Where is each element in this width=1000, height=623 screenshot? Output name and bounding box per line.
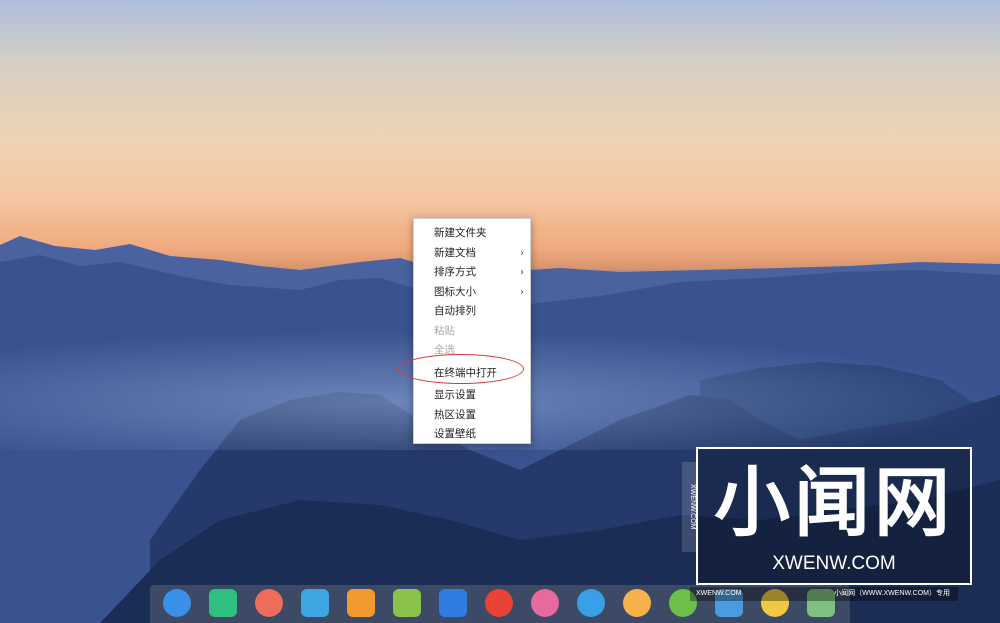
menu-item-label: 显示设置 [434, 389, 476, 401]
menu-item-label: 热区设置 [434, 408, 476, 421]
menu-item-label: 粘贴 [434, 324, 455, 337]
watermark-footer: XWENW.COM 小闻网（WWW.XWENW.COM）专用 [690, 587, 958, 601]
menu-item-new-folder[interactable]: 新建文件夹 [414, 224, 530, 244]
menu-item-label: 图标大小 [434, 285, 476, 298]
movie-icon[interactable] [439, 589, 467, 617]
app-store-icon[interactable] [347, 589, 375, 617]
settings-icon[interactable] [531, 589, 559, 617]
menu-item-auto-arrange[interactable]: 自动排列 [414, 302, 530, 322]
watermark-vertical-text: XWENW.COM [682, 462, 696, 552]
chrome-icon[interactable] [485, 589, 513, 617]
menu-item-display-settings[interactable]: 显示设置 [414, 386, 530, 406]
chevron-right-icon: › [520, 267, 524, 278]
photo-icon[interactable] [623, 589, 651, 617]
watermark-subtitle: XWENW.COM [772, 553, 896, 574]
menu-item-hot-corner-settings[interactable]: 热区设置 [414, 406, 530, 426]
menu-item-label: 自动排列 [434, 305, 476, 317]
archive-manager-icon[interactable] [301, 589, 329, 617]
highlight-annotation [398, 354, 524, 384]
watermark-footer-left: XWENW.COM [696, 590, 742, 597]
menu-item-label: 排序方式 [434, 266, 476, 278]
menu-item-label: 设置壁纸 [434, 428, 476, 440]
watermark-footer-right: 小闻网（WWW.XWENW.COM）专用 [834, 590, 950, 597]
watermark-title: 小闻网 [714, 458, 954, 547]
launcher-icon[interactable] [163, 589, 191, 617]
menu-item-paste: 粘贴 [414, 322, 530, 342]
music-icon[interactable] [393, 589, 421, 617]
menu-item-sort-by[interactable]: 排序方式 › [414, 263, 530, 283]
menu-item-label: 新建文档 [434, 246, 476, 259]
desktop-context-menu: 新建文件夹 新建文档 › 排序方式 › 图标大小 › 自动排列 粘贴 全选 在终端中打… [413, 218, 531, 444]
chevron-right-icon: › [520, 286, 524, 298]
clock-icon[interactable] [577, 589, 605, 617]
menu-item-label: 新建文件夹 [434, 227, 487, 239]
menu-item-set-wallpaper[interactable]: 设置壁纸 [414, 425, 530, 445]
menu-item-icon-size[interactable]: 图标大小 › [414, 283, 530, 303]
screen-recorder-icon[interactable] [255, 589, 283, 617]
watermark-box: 小闻网 XWENW.COM [696, 447, 972, 585]
menu-item-new-document[interactable]: 新建文档 › [414, 244, 530, 264]
file-manager-icon[interactable] [209, 589, 237, 617]
chevron-right-icon: › [520, 247, 524, 259]
